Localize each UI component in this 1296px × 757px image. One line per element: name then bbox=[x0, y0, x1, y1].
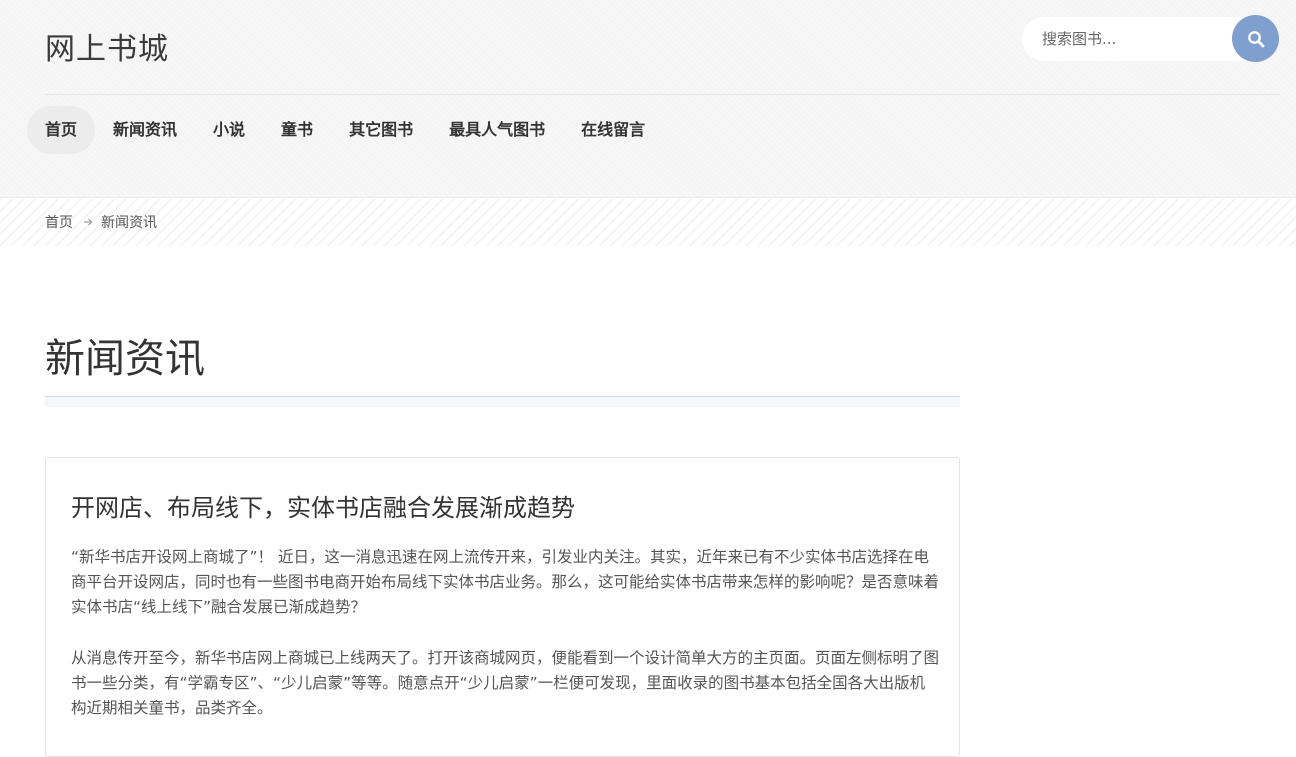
search-icon bbox=[1247, 30, 1264, 47]
nav-item-home[interactable]: 首页 bbox=[27, 106, 96, 154]
title-underline bbox=[45, 396, 960, 407]
search-button[interactable] bbox=[1232, 15, 1279, 62]
breadcrumb-current: 新闻资讯 bbox=[101, 215, 157, 231]
site-logo[interactable]: 网上书城 bbox=[45, 24, 169, 68]
search-input[interactable] bbox=[1022, 17, 1232, 61]
article-card: 开网店、布局线下，实体书店融合发展渐成趋势 “新华书店开设网上商城了”！ 近日，… bbox=[45, 457, 960, 757]
nav-item-novels[interactable]: 小说 bbox=[195, 106, 263, 154]
header-divider bbox=[45, 94, 1280, 95]
nav-item-news[interactable]: 新闻资讯 bbox=[95, 106, 195, 154]
breadcrumb-bar: 首页 新闻资讯 bbox=[0, 199, 1296, 246]
nav-item-children-books[interactable]: 童书 bbox=[263, 106, 331, 154]
nav-item-guestbook[interactable]: 在线留言 bbox=[563, 106, 663, 154]
main-nav: 首页 新闻资讯 小说 童书 其它图书 最具人气图书 在线留言 bbox=[27, 106, 663, 154]
article-title[interactable]: 开网店、布局线下，实体书店融合发展渐成趋势 bbox=[71, 488, 575, 523]
arrow-right-icon bbox=[83, 217, 93, 227]
site-header: 网上书城 首页 新闻资讯 小说 童书 其它图书 最具人气图书 在线留言 bbox=[0, 0, 1296, 198]
nav-item-other-books[interactable]: 其它图书 bbox=[331, 106, 431, 154]
breadcrumb-home-link[interactable]: 首页 bbox=[45, 212, 73, 232]
article-paragraph: 从消息传开至今，新华书店网上商城已上线两天了。打开该商城网页，便能看到一个设计简… bbox=[71, 649, 940, 717]
nav-item-popular-books[interactable]: 最具人气图书 bbox=[431, 106, 563, 154]
breadcrumb: 首页 新闻资讯 bbox=[45, 212, 157, 232]
page-title: 新闻资讯 bbox=[45, 336, 205, 382]
article-paragraph: “新华书店开设网上商城了”！ 近日，这一消息迅速在网上流传开来，引发业内关注。其… bbox=[71, 548, 940, 616]
